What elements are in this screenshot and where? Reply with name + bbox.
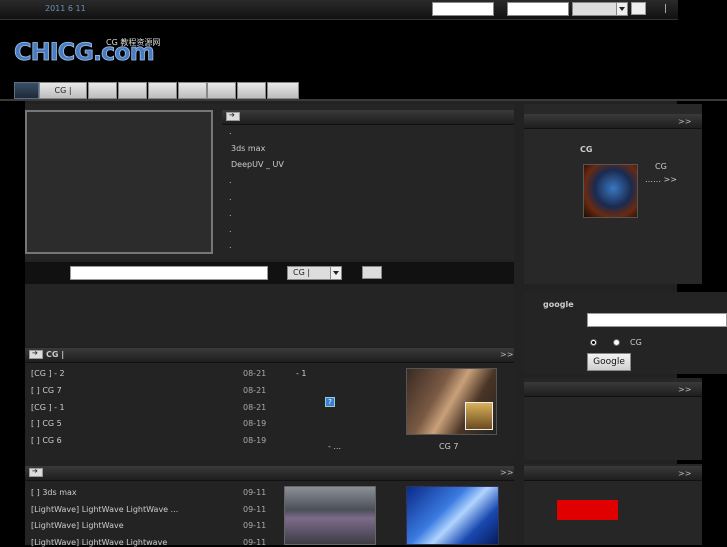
right-mid-more[interactable]: >> [678,385,691,394]
news-more-link[interactable]: >> [500,350,513,359]
right-top-caption[interactable]: CG [655,162,667,171]
right-top-caption2[interactable]: …… >> [645,175,677,184]
arrow-icon[interactable] [29,349,43,359]
news-item-date: 08-19 [243,436,267,445]
search-category-select[interactable]: CG | [287,266,342,280]
tab-cg[interactable]: CG | [39,82,87,99]
news-item-title[interactable]: [ ] CG 5 [31,419,62,428]
right-bottom-header [524,466,702,481]
google-search-input[interactable] [587,313,727,327]
featured-line[interactable]: . [229,193,232,202]
tab-7[interactable] [237,82,266,99]
tutorial-thumbnail[interactable] [406,486,499,545]
login-button[interactable] [631,2,646,15]
tutorial-item-title[interactable]: [LightWave] LightWave Lightwave [31,538,167,547]
news-thumbnail[interactable] [406,368,497,435]
radio-dot [592,341,595,344]
date-text: 2011 6 11 [45,4,86,13]
red-ad-banner[interactable] [557,500,618,520]
tutorial-item-date: 09-11 [243,505,267,514]
image-placeholder-icon: ? [325,397,335,407]
tutorial-item-title[interactable]: [LightWave] LightWave LightWave ... [31,505,178,514]
google-search-button[interactable]: Google [587,353,631,371]
tutorial-item-title[interactable]: [LightWave] LightWave [31,521,124,530]
thumbnail-caption[interactable]: CG 7 [439,442,458,451]
chevron-down-icon [616,3,627,15]
right-top-header [524,114,702,129]
username-input[interactable] [432,2,494,16]
tab-5[interactable] [178,82,207,99]
chevron-down-icon [330,267,341,279]
right-mid-header [524,382,702,397]
featured-line[interactable]: . [229,127,232,136]
tab-2[interactable] [88,82,117,99]
tutorial-item-title[interactable]: [ ] 3ds max [31,488,77,497]
right-top-more[interactable]: >> [678,117,691,126]
svg-text:CG 教程资源网: CG 教程资源网 [106,37,160,47]
featured-line[interactable]: . [229,176,232,185]
tutorial-item-date: 09-11 [243,538,267,547]
news-mid-text2[interactable]: - ... [328,442,341,451]
right-top-title: CG [580,145,593,154]
radio-web[interactable] [590,339,597,346]
tab-8[interactable] [267,82,299,99]
right-top-thumbnail[interactable] [583,164,638,218]
tutorial-item-date: 09-11 [243,521,267,530]
news-item-date: 08-21 [243,403,267,412]
news-thumbnail-inset [465,402,493,430]
top-separator: | [664,4,668,14]
featured-header [222,110,514,125]
arrow-icon[interactable] [226,111,240,121]
featured-line[interactable]: DeepUV _ UV [231,160,284,169]
tutorials-more-link[interactable]: >> [500,468,513,477]
google-title: google [543,300,574,309]
featured-line[interactable]: . [229,225,232,234]
tutorial-rows: [ ] 3ds max 09-11 [LightWave] LightWave … [25,488,285,547]
site-logo[interactable]: CHICG.com CG 教程资源网 [14,36,168,66]
tutorial-thumbnail[interactable] [284,486,376,545]
tab-3[interactable] [118,82,147,99]
featured-line[interactable]: . [229,241,232,250]
radio-site-label: CG [630,338,642,347]
ad-banner-area [25,284,514,346]
tutorials-header [25,466,514,481]
tab-home[interactable] [14,82,39,99]
featured-line[interactable]: . [229,209,232,218]
news-rows: [CG ] - 2 08-21 [ ] CG 7 08-21 [CG ] - 1… [25,369,325,454]
login-type-select[interactable] [572,2,628,16]
news-item-date: 08-21 [243,386,267,395]
select-value: CG | [293,268,311,277]
tab-4[interactable] [148,82,177,99]
news-item-title[interactable]: [ ] CG 6 [31,436,62,445]
right-bottom-more[interactable]: >> [678,469,691,478]
news-item-title[interactable]: [ ] CG 7 [31,386,62,395]
featured-image[interactable] [25,110,213,254]
search-button[interactable] [362,266,382,279]
tutorial-item-date: 09-11 [243,488,267,497]
news-item-date: 08-19 [243,419,267,428]
news-mid-text[interactable]: - 1 [296,369,307,378]
news-title: CG | [46,350,65,359]
arrow-icon[interactable] [29,467,43,477]
news-item-title[interactable]: [CG ] - 1 [31,403,65,412]
news-item-date: 08-21 [243,369,267,378]
news-header [25,348,514,363]
search-input[interactable] [70,266,268,280]
tab-6[interactable] [207,82,236,99]
password-input[interactable] [507,2,569,16]
featured-line[interactable]: 3ds max [231,144,265,153]
radio-site[interactable] [613,339,620,346]
news-item-title[interactable]: [CG ] - 2 [31,369,65,378]
